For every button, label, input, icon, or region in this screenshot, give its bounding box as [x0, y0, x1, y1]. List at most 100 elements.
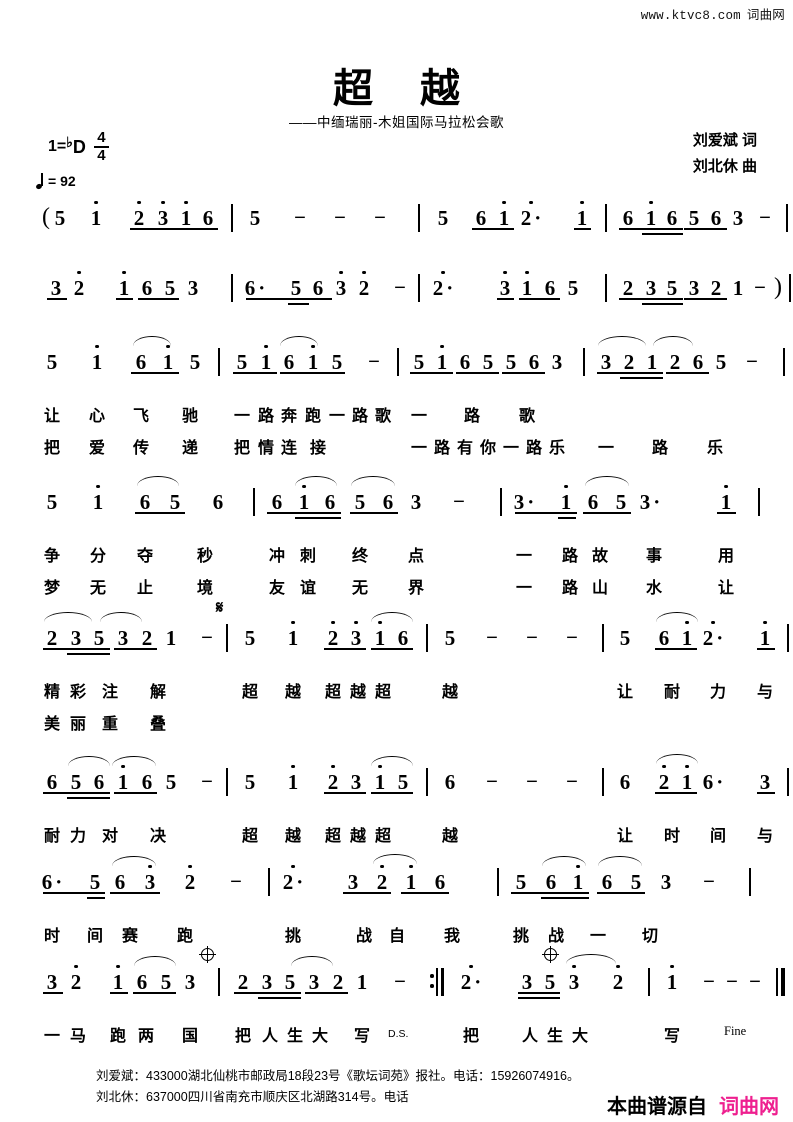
lyric-syllable: 大: [571, 1028, 589, 1045]
note: 1: [522, 271, 532, 299]
lyric-syllable: 点: [407, 548, 425, 565]
lyric-syllable: 赛: [121, 928, 139, 945]
note: 6: [544, 276, 556, 300]
barline: [268, 868, 270, 896]
footer-line-1: 刘爱斌：433000湖北仙桃市邮政局18段23号《歌坛词苑》报社。电话：1592…: [96, 1069, 580, 1083]
lyric-syllable: 人: [521, 1028, 539, 1045]
note: 2: [237, 970, 249, 994]
note: 6: [528, 350, 540, 374]
note: 5: [515, 870, 527, 894]
beam: [619, 298, 683, 300]
lyric-syllable: 冲: [268, 548, 286, 565]
note-extend: −: [703, 971, 715, 993]
slur: [373, 854, 417, 864]
barline: [787, 768, 789, 796]
lyric-syllable: 超: [241, 828, 259, 845]
music-system-1: ( 5 1 2 3 1 6 5 − − − 5 6 1 2 · 1 6 1 6 5…: [0, 201, 793, 312]
lyric-syllable: 把: [43, 440, 61, 457]
slur: [134, 956, 176, 966]
lyric-syllable: 越: [441, 684, 459, 701]
note: 3: [569, 965, 579, 993]
lyric-syllable: 歌: [374, 408, 392, 425]
note: 5: [715, 350, 727, 374]
repeat-barline: [430, 968, 444, 996]
lyric-syllable: 梦: [43, 580, 61, 597]
lyric-syllable: 重: [101, 716, 119, 733]
note: 3: [500, 271, 510, 299]
slur: [542, 856, 586, 866]
note: 1: [682, 765, 692, 793]
note: 1: [92, 345, 102, 373]
lyric-syllable: 一: [502, 440, 520, 457]
note: 2: [46, 626, 58, 650]
lyric-syllable: 跑: [176, 928, 194, 945]
lyric-syllable: 传: [132, 440, 150, 457]
lyric-syllable: 谊: [299, 580, 317, 597]
music-system-2: 5 1 6 1 5 5 1 6 1 5 − 5 1 6 5 5 6 3 3 2 …: [0, 336, 793, 462]
note: 6: [475, 206, 487, 230]
barline: [605, 274, 607, 302]
slur: [44, 612, 92, 622]
note: 3: [50, 276, 62, 300]
beam: [233, 372, 277, 374]
note: 6: [545, 870, 557, 894]
note-extend: −: [486, 627, 498, 649]
note: 5: [244, 770, 256, 794]
lyric-syllable: 无: [89, 580, 107, 597]
note: 5: [331, 350, 343, 374]
note: 1: [573, 865, 583, 893]
time-signature: 4 4: [93, 130, 109, 163]
lyric-syllable: 路: [525, 440, 543, 457]
barline: [758, 488, 760, 516]
note: 2: [623, 350, 635, 374]
note: 3: [410, 490, 422, 514]
note-extend: −: [394, 971, 406, 993]
lyric-syllable: 连: [280, 440, 298, 457]
note: 2: [332, 970, 344, 994]
barline: [786, 204, 788, 232]
note: 1: [165, 626, 177, 650]
lyric-syllable: 时: [663, 828, 681, 845]
note: 1: [437, 345, 447, 373]
lyric-syllable: 生: [546, 1028, 564, 1045]
barline: [783, 348, 785, 376]
lyric-syllable: 越: [284, 684, 302, 701]
note: 6 ·: [244, 276, 266, 300]
note: 3: [350, 770, 362, 794]
note: 2: [74, 271, 84, 299]
note: 6: [93, 770, 105, 794]
note: 1: [261, 345, 271, 373]
note-row-1: ( 5 1 2 3 1 6 5 − − − 5 6 1 2 · 1 6 1 6 5…: [0, 201, 793, 242]
lyric-syllable: 无: [351, 580, 369, 597]
lyric-syllable: 接: [309, 440, 327, 457]
barline: [418, 274, 420, 302]
barline: [648, 968, 650, 996]
note: 5: [249, 206, 261, 230]
lyric-syllable: 间: [86, 928, 104, 945]
note: 5: [164, 276, 176, 300]
lyric-syllable: 解: [149, 684, 167, 701]
credits: 刘爱斌 词 刘北休 曲: [693, 128, 757, 180]
note: 1: [119, 271, 129, 299]
lyric-syllable: 路: [561, 548, 579, 565]
watermark-url: www.ktvc8.com 词曲网: [641, 4, 785, 23]
note: 2 ·: [461, 965, 481, 993]
key-signature: 1= ♭ D 4 4: [48, 130, 109, 163]
lyric-syllable: 一: [233, 408, 251, 425]
source-site: 词曲网: [719, 1096, 779, 1118]
lyric-syllable: 时: [43, 928, 61, 945]
slur: [280, 336, 318, 346]
beam: [267, 512, 341, 514]
slur: [656, 754, 698, 764]
beam: [43, 992, 63, 994]
note: 5: [189, 350, 201, 374]
beam: [456, 372, 499, 374]
note-extend: −: [294, 207, 306, 229]
lyric-syllable: 终: [351, 548, 369, 565]
note: 6: [587, 490, 599, 514]
note: 5: [482, 350, 494, 374]
lyric-syllable: 超: [241, 684, 259, 701]
lyric-syllable: 一: [515, 548, 533, 565]
lyric-syllable: 大: [311, 1028, 329, 1045]
note: 6: [271, 490, 283, 514]
